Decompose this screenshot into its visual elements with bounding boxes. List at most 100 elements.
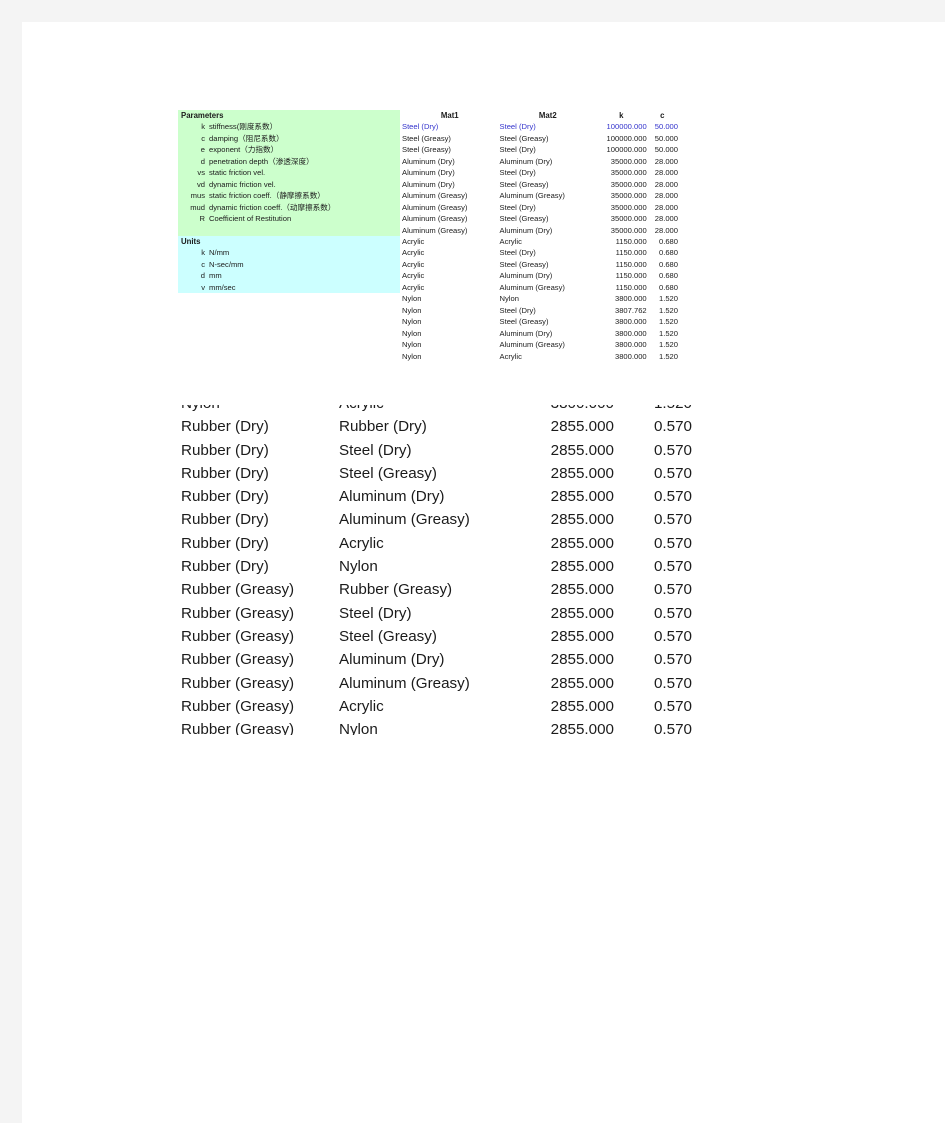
table-row: Acrylic Steel (Greasy) 1150.000 0.680	[400, 259, 678, 270]
column-header-mat2: Mat2	[538, 111, 557, 120]
cell-mat1: Nylon	[402, 305, 422, 315]
table-row: Aluminum (Greasy) Steel (Greasy) 35000.000…	[400, 213, 678, 224]
cell-mat1: Rubber (Dry)	[181, 558, 269, 576]
parameter-description: dynamic friction coeff.（动摩擦系数）	[209, 202, 336, 212]
cell-c: 0.570	[653, 558, 692, 576]
cell-k: 2855.000	[550, 627, 614, 645]
cell-k: 2855.000	[550, 558, 614, 576]
cell-mat2: Steel (Dry)	[499, 248, 536, 258]
unit-symbol: v	[201, 282, 205, 292]
cell-k: 2855.000	[550, 464, 614, 482]
cell-k: 2855.000	[550, 534, 614, 552]
parameter-symbol: R	[199, 214, 205, 224]
cell-mat2: Rubber (Greasy)	[339, 581, 453, 599]
units-list: k N/mm c N-sec/mm d mm v mm/sec	[178, 247, 400, 293]
cell-k: 3800.000	[504, 405, 614, 415]
cell-c[interactable]: 50.000	[647, 121, 678, 132]
cell-k: 3800.000	[614, 328, 647, 338]
cell-mat1: Rubber (Greasy)	[181, 721, 295, 735]
cell-c: 28.000	[654, 179, 678, 189]
cell-c: 1.520	[658, 294, 678, 304]
table-row: Nylon Steel (Greasy) 3800.000 1.520	[400, 316, 678, 327]
cell-mat1: Aluminum (Dry)	[402, 168, 455, 178]
cell-c: 1.520	[658, 305, 678, 315]
cell-mat2: Rubber (Dry)	[339, 418, 427, 436]
cell-c: 0.570	[653, 488, 692, 506]
cell-c: 1.520	[658, 328, 678, 338]
cell-c: 0.570	[653, 511, 692, 529]
cell-k: 2855.000	[550, 674, 614, 692]
table-row: Nylon Acrylic 3800.000 1.520	[400, 351, 678, 362]
table-row: Rubber (Greasy) Acrylic 2855.000 0.570	[178, 695, 692, 718]
cell-mat2: Steel (Dry)	[499, 145, 536, 155]
parameter-symbol: c	[201, 133, 205, 143]
cell-mat2: Steel (Greasy)	[339, 627, 437, 645]
cell-mat1: Steel (Greasy)	[402, 145, 451, 155]
parameter-description: damping（阻尼系数）	[209, 133, 284, 143]
cell-c: 0.680	[658, 259, 678, 269]
cell-k: 1150.000	[615, 271, 647, 281]
parameter-description: exponent（力指数）	[209, 145, 279, 155]
cell-k: 2855.000	[550, 651, 614, 669]
cell-mat1: Nylon	[178, 405, 336, 415]
cell-k: 100000.000	[606, 145, 647, 155]
cell-mat2: Nylon	[339, 558, 378, 576]
parameter-symbol: mud	[190, 202, 205, 212]
cell-c: 0.570	[653, 581, 692, 599]
parameter-description: stiffness(刚度系数）	[209, 122, 278, 132]
table-row: Rubber (Dry) Acrylic 2855.000 0.570	[178, 532, 692, 555]
parameter-row: k stiffness(刚度系数）	[178, 121, 400, 132]
table-row: Nylon Aluminum (Dry) 3800.000 1.520	[400, 328, 678, 339]
cell-mat1: Aluminum (Greasy)	[402, 191, 468, 201]
table-row: Acrylic Acrylic 1150.000 0.680	[400, 236, 678, 247]
cell-c: 50.000	[654, 133, 678, 143]
cell-mat2: Aluminum (Greasy)	[499, 191, 565, 201]
cell-mat2: Steel (Dry)	[499, 168, 536, 178]
cell-k: 35000.000	[610, 202, 647, 212]
table-row: Rubber (Dry) Aluminum (Dry) 2855.000 0.570	[178, 485, 692, 508]
cell-mat2: Aluminum (Dry)	[499, 225, 553, 235]
cell-mat2: Steel (Dry)	[499, 305, 536, 315]
cell-mat1: Nylon	[402, 294, 422, 304]
cell-mat1: Rubber (Greasy)	[181, 651, 295, 669]
cell-mat2: Aluminum (Greasy)	[499, 282, 565, 292]
cell-mat1: Steel (Greasy)	[402, 133, 451, 143]
unit-symbol: c	[201, 259, 205, 269]
cell-k: 3800.000	[614, 340, 647, 350]
cell-c: 1.520	[658, 351, 678, 361]
table-row: Aluminum (Greasy) Aluminum (Dry) 35000.000…	[400, 225, 678, 236]
cell-mat2: Nylon	[339, 721, 378, 735]
cell-c: 0.570	[653, 627, 692, 645]
cell-k[interactable]: 100000.000	[596, 121, 647, 132]
table-row: Aluminum (Dry) Steel (Greasy) 35000.000 28.…	[400, 179, 678, 190]
cell-mat1: Rubber (Greasy)	[181, 627, 295, 645]
cell-c: 28.000	[654, 168, 678, 178]
cell-k: 1150.000	[615, 236, 647, 246]
cell-mat1: Nylon	[402, 317, 422, 327]
cell-c: 0.570	[653, 441, 692, 459]
parameter-symbol: k	[201, 122, 205, 132]
unit-symbol: d	[200, 271, 205, 281]
cell-mat1: Nylon	[402, 328, 422, 338]
cell-mat2: Steel (Greasy)	[499, 259, 549, 269]
cell-mat1: Rubber (Dry)	[181, 511, 269, 529]
column-header-k: k	[619, 111, 624, 120]
cell-mat1[interactable]: Steel (Dry)	[400, 121, 498, 132]
table-row: Rubber (Dry) Steel (Greasy) 2855.000 0.570	[178, 462, 692, 485]
parameter-symbol: vd	[196, 179, 205, 189]
cell-c: 28.000	[654, 202, 678, 212]
cell-mat2: Nylon	[499, 294, 519, 304]
cell-k: 3800.000	[614, 294, 647, 304]
cell-mat2: Steel (Greasy)	[499, 133, 549, 143]
cell-mat2: Acrylic	[499, 351, 522, 361]
cell-mat2: Aluminum (Greasy)	[339, 674, 470, 692]
cell-k: 1150.000	[615, 282, 647, 292]
cell-k: 2855.000	[550, 441, 614, 459]
table-row: Rubber (Greasy) Steel (Dry) 2855.000 0.570	[178, 602, 692, 625]
parameter-description: static friction coeff.（静摩擦系数）	[209, 191, 325, 201]
table-row: Rubber (Dry) Steel (Dry) 2855.000 0.570	[178, 439, 692, 462]
parameter-row: vd dynamic friction vel.	[178, 179, 400, 190]
cell-mat2[interactable]: Steel (Dry)	[498, 121, 597, 132]
cell-mat1: Rubber (Dry)	[181, 464, 269, 482]
cell-k: 2855.000	[550, 721, 614, 735]
